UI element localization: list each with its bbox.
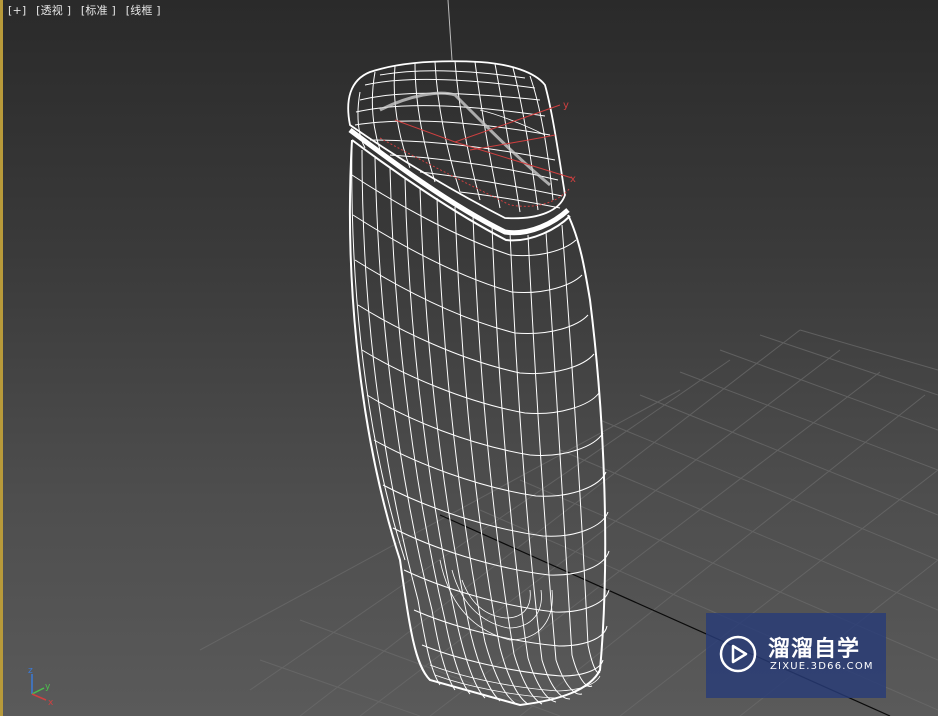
viewport-label-menu[interactable]: [+] [透视 ] [标准 ] [线框 ]	[8, 2, 167, 18]
scene-canvas[interactable]: y x	[0, 0, 938, 716]
gizmo-x-label: x	[570, 174, 576, 185]
active-viewport-border	[0, 0, 3, 716]
viewport-view-menu[interactable]: [透视 ]	[36, 4, 71, 17]
world-z-axis	[447, 0, 453, 61]
play-icon	[719, 635, 757, 673]
viewport-plus-menu[interactable]: [+]	[8, 4, 26, 17]
watermark-url: ZIXUE.3D66.COM	[770, 661, 874, 672]
viewport-mode-menu[interactable]: [线框 ]	[126, 4, 161, 17]
gizmo-y-label: y	[563, 100, 569, 111]
axis-icon-y-label: y	[45, 682, 51, 692]
viewport-perspective[interactable]: y x [+] [透视 ] [标准 ] [线框 ] z y x 溜溜自学 ZIX…	[0, 0, 938, 716]
axis-icon-x-label: x	[48, 698, 54, 708]
viewport-shading-menu[interactable]: [标准 ]	[81, 4, 116, 17]
watermark-badge: 溜溜自学 ZIXUE.3D66.COM	[706, 613, 886, 698]
axis-icon-z-label: z	[28, 666, 33, 676]
world-axis-icon: z y x	[28, 666, 54, 708]
watermark-title: 溜溜自学	[768, 637, 861, 662]
